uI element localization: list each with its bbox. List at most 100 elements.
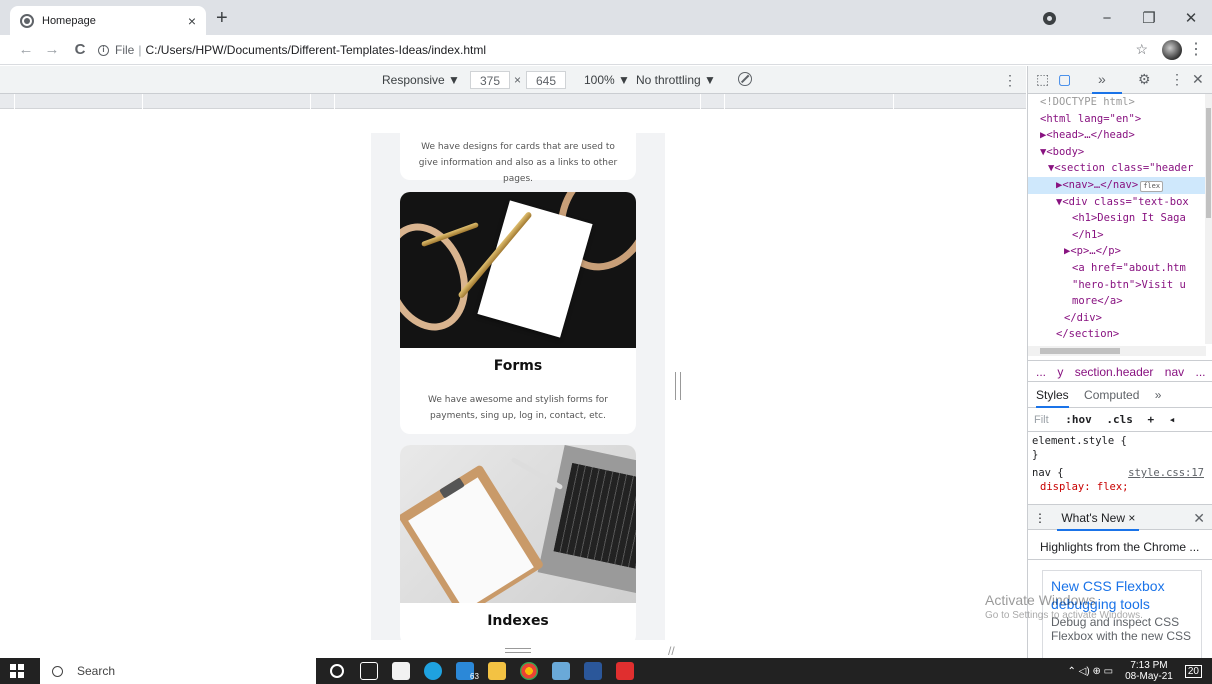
maximize-button[interactable]: ❐ [1128,9,1170,27]
corner-resize-handle[interactable]: // [668,644,675,658]
dom-node-line[interactable]: <!DOCTYPE html> [1028,94,1206,111]
globe-icon [20,13,34,28]
rotate-icon[interactable] [738,72,752,86]
taskbar-search[interactable]: Search [40,658,316,684]
elements-horizontal-scrollbar[interactable] [1028,346,1206,356]
back-button[interactable]: ← [14,41,38,58]
chrome-icon[interactable] [520,662,538,680]
new-tab-button[interactable]: + [216,8,228,28]
taskbar: Search 63 ⌃ ◁) ⊕ ▭ 7:13 PM 08-May-21 20 [0,658,1212,684]
news-card[interactable]: New CSS Flexbox debugging tools Debug an… [1042,570,1202,658]
dom-node-line[interactable]: </section> [1028,326,1206,343]
file-explorer-icon[interactable] [488,662,506,680]
dom-node-line[interactable]: ▶<head>…</head> [1028,127,1206,144]
edge-icon[interactable] [424,662,442,680]
elements-tree[interactable]: <!DOCTYPE html> <html lang="en"> ▶<head>…<… [1028,94,1206,344]
class-toggle[interactable]: .cls [1106,413,1133,426]
tab-title: Homepage [42,14,96,27]
breadcrumb-item[interactable]: nav [1165,365,1184,379]
forward-button[interactable]: → [40,41,64,58]
window-controls: − ❐ ✕ [1043,6,1212,30]
emulated-page[interactable]: We have designs for cards that are used … [371,133,665,640]
card-top-text: We have designs for cards that are used … [418,142,618,184]
drawer-menu-icon[interactable]: ⋮ [1034,511,1046,525]
device-toolbar-menu-icon[interactable]: ⋮ [1003,66,1017,94]
dom-node-line[interactable]: more</a> [1028,293,1206,310]
flex-badge[interactable]: flex [1140,180,1164,192]
task-view-icon[interactable] [360,662,378,680]
info-icon[interactable]: i [98,44,109,56]
breadcrumb-item[interactable]: y [1057,365,1063,379]
browser-menu-icon[interactable]: ⋮ [1188,39,1204,59]
dom-node-line[interactable]: "hero-btn">Visit u [1028,277,1206,294]
devtools-close-icon[interactable]: ✕ [1192,71,1204,88]
bottom-resize-handle[interactable] [505,648,531,653]
style-rules: element.style { } nav { style.css:17 dis… [1028,434,1206,494]
browser-toolbar: ← → C i File | C:/Users/HPW/Documents/Di… [0,35,1212,65]
tab-whats-new[interactable]: What's New × [1057,511,1140,531]
dom-node-line[interactable]: ▼<section class="header [1028,160,1206,177]
record-icon[interactable] [1043,11,1056,25]
more-tabs-button[interactable]: » [1155,388,1162,402]
breadcrumb-item[interactable]: ... [1195,365,1205,379]
device-mode-select[interactable]: Responsive ▼ [382,66,460,94]
new-rule-button[interactable]: + [1148,413,1155,426]
rule-element-style-close: } [1032,449,1039,461]
address-bar[interactable]: i File | C:/Users/HPW/Documents/Differen… [98,38,486,62]
tray-icons[interactable]: ⌃ ◁) ⊕ ▭ [1068,666,1114,677]
tab-close-button[interactable]: × [188,13,196,29]
dom-node-line[interactable]: <h1>Design It Saga [1028,210,1206,227]
tab-styles[interactable]: Styles [1036,388,1069,408]
news-title[interactable]: New CSS Flexbox debugging tools [1051,577,1193,613]
close-window-button[interactable]: ✕ [1170,9,1212,27]
dom-node-line[interactable]: ▶<nav>…</nav> flex [1028,176,1206,194]
reload-button[interactable]: C [68,41,92,58]
throttling-select[interactable]: No throttling ▼ [636,66,716,94]
notification-icon[interactable]: 20 [1184,664,1202,678]
dom-node-line[interactable]: <html lang="en"> [1028,111,1206,128]
elements-vertical-scrollbar[interactable] [1205,94,1212,344]
indexes-card-title: Indexes [487,613,549,629]
zoom-select[interactable]: 100% ▼ [584,66,630,94]
devtools-menu-icon[interactable]: ⋮ [1170,71,1184,88]
forms-image [400,192,636,348]
dom-node-line[interactable]: <a href="about.htm [1028,260,1206,277]
breadcrumb-item[interactable]: section.header [1075,365,1154,379]
store-icon[interactable] [392,662,410,680]
app-icon[interactable] [552,662,570,680]
browser-tab[interactable]: Homepage × [10,6,206,35]
dom-node-line[interactable]: ▶<p>…</p> [1028,243,1206,260]
dom-node-text: more</a> [1072,295,1123,308]
rule-source-link[interactable]: style.css:17 [1128,466,1204,480]
dom-node-line[interactable]: </h1> [1028,227,1206,244]
dom-node-line[interactable]: </div> [1028,310,1206,327]
minimize-button[interactable]: − [1086,10,1128,27]
tab-computed[interactable]: Computed [1084,388,1139,402]
cortana-icon[interactable] [330,664,344,678]
drawer-close-icon[interactable]: ✕ [1193,505,1205,531]
breadcrumb-item[interactable]: ... [1036,365,1046,379]
hover-state-toggle[interactable]: :hov [1065,413,1092,426]
clock[interactable]: 7:13 PM 08-May-21 [1125,660,1173,682]
tab-strip: Homepage × + − ❐ ✕ [0,0,1212,35]
profile-avatar[interactable] [1162,40,1182,60]
inspect-element-icon[interactable]: ⬚ [1036,71,1049,88]
sidebar-toggle-icon[interactable]: ◂ [1169,413,1176,426]
dom-node-text: ▼<section class="header [1048,162,1194,175]
device-height-input[interactable]: 645 [526,71,566,89]
device-width-input[interactable]: 375 [470,71,510,89]
acrobat-icon[interactable] [616,662,634,680]
word-icon[interactable] [584,662,602,680]
windows-start-icon[interactable] [10,664,24,678]
more-panels-button[interactable]: » [1098,71,1106,87]
styles-filter-input[interactable]: Filt [1034,414,1049,426]
indexes-card[interactable]: Indexes [400,445,636,640]
forms-card[interactable]: Forms We have awesome and stylish forms … [400,192,636,434]
rule-nav-property[interactable]: display: flex; [1032,480,1206,494]
bookmark-star-icon[interactable]: ☆ [1135,41,1148,58]
devtools-settings-icon[interactable]: ⚙ [1138,71,1151,88]
right-resize-handle[interactable] [675,372,681,400]
dom-node-line[interactable]: ▼<body> [1028,144,1206,161]
device-toggle-icon[interactable]: ▢ [1058,71,1071,88]
dom-node-line[interactable]: ▼<div class="text-box [1028,194,1206,211]
